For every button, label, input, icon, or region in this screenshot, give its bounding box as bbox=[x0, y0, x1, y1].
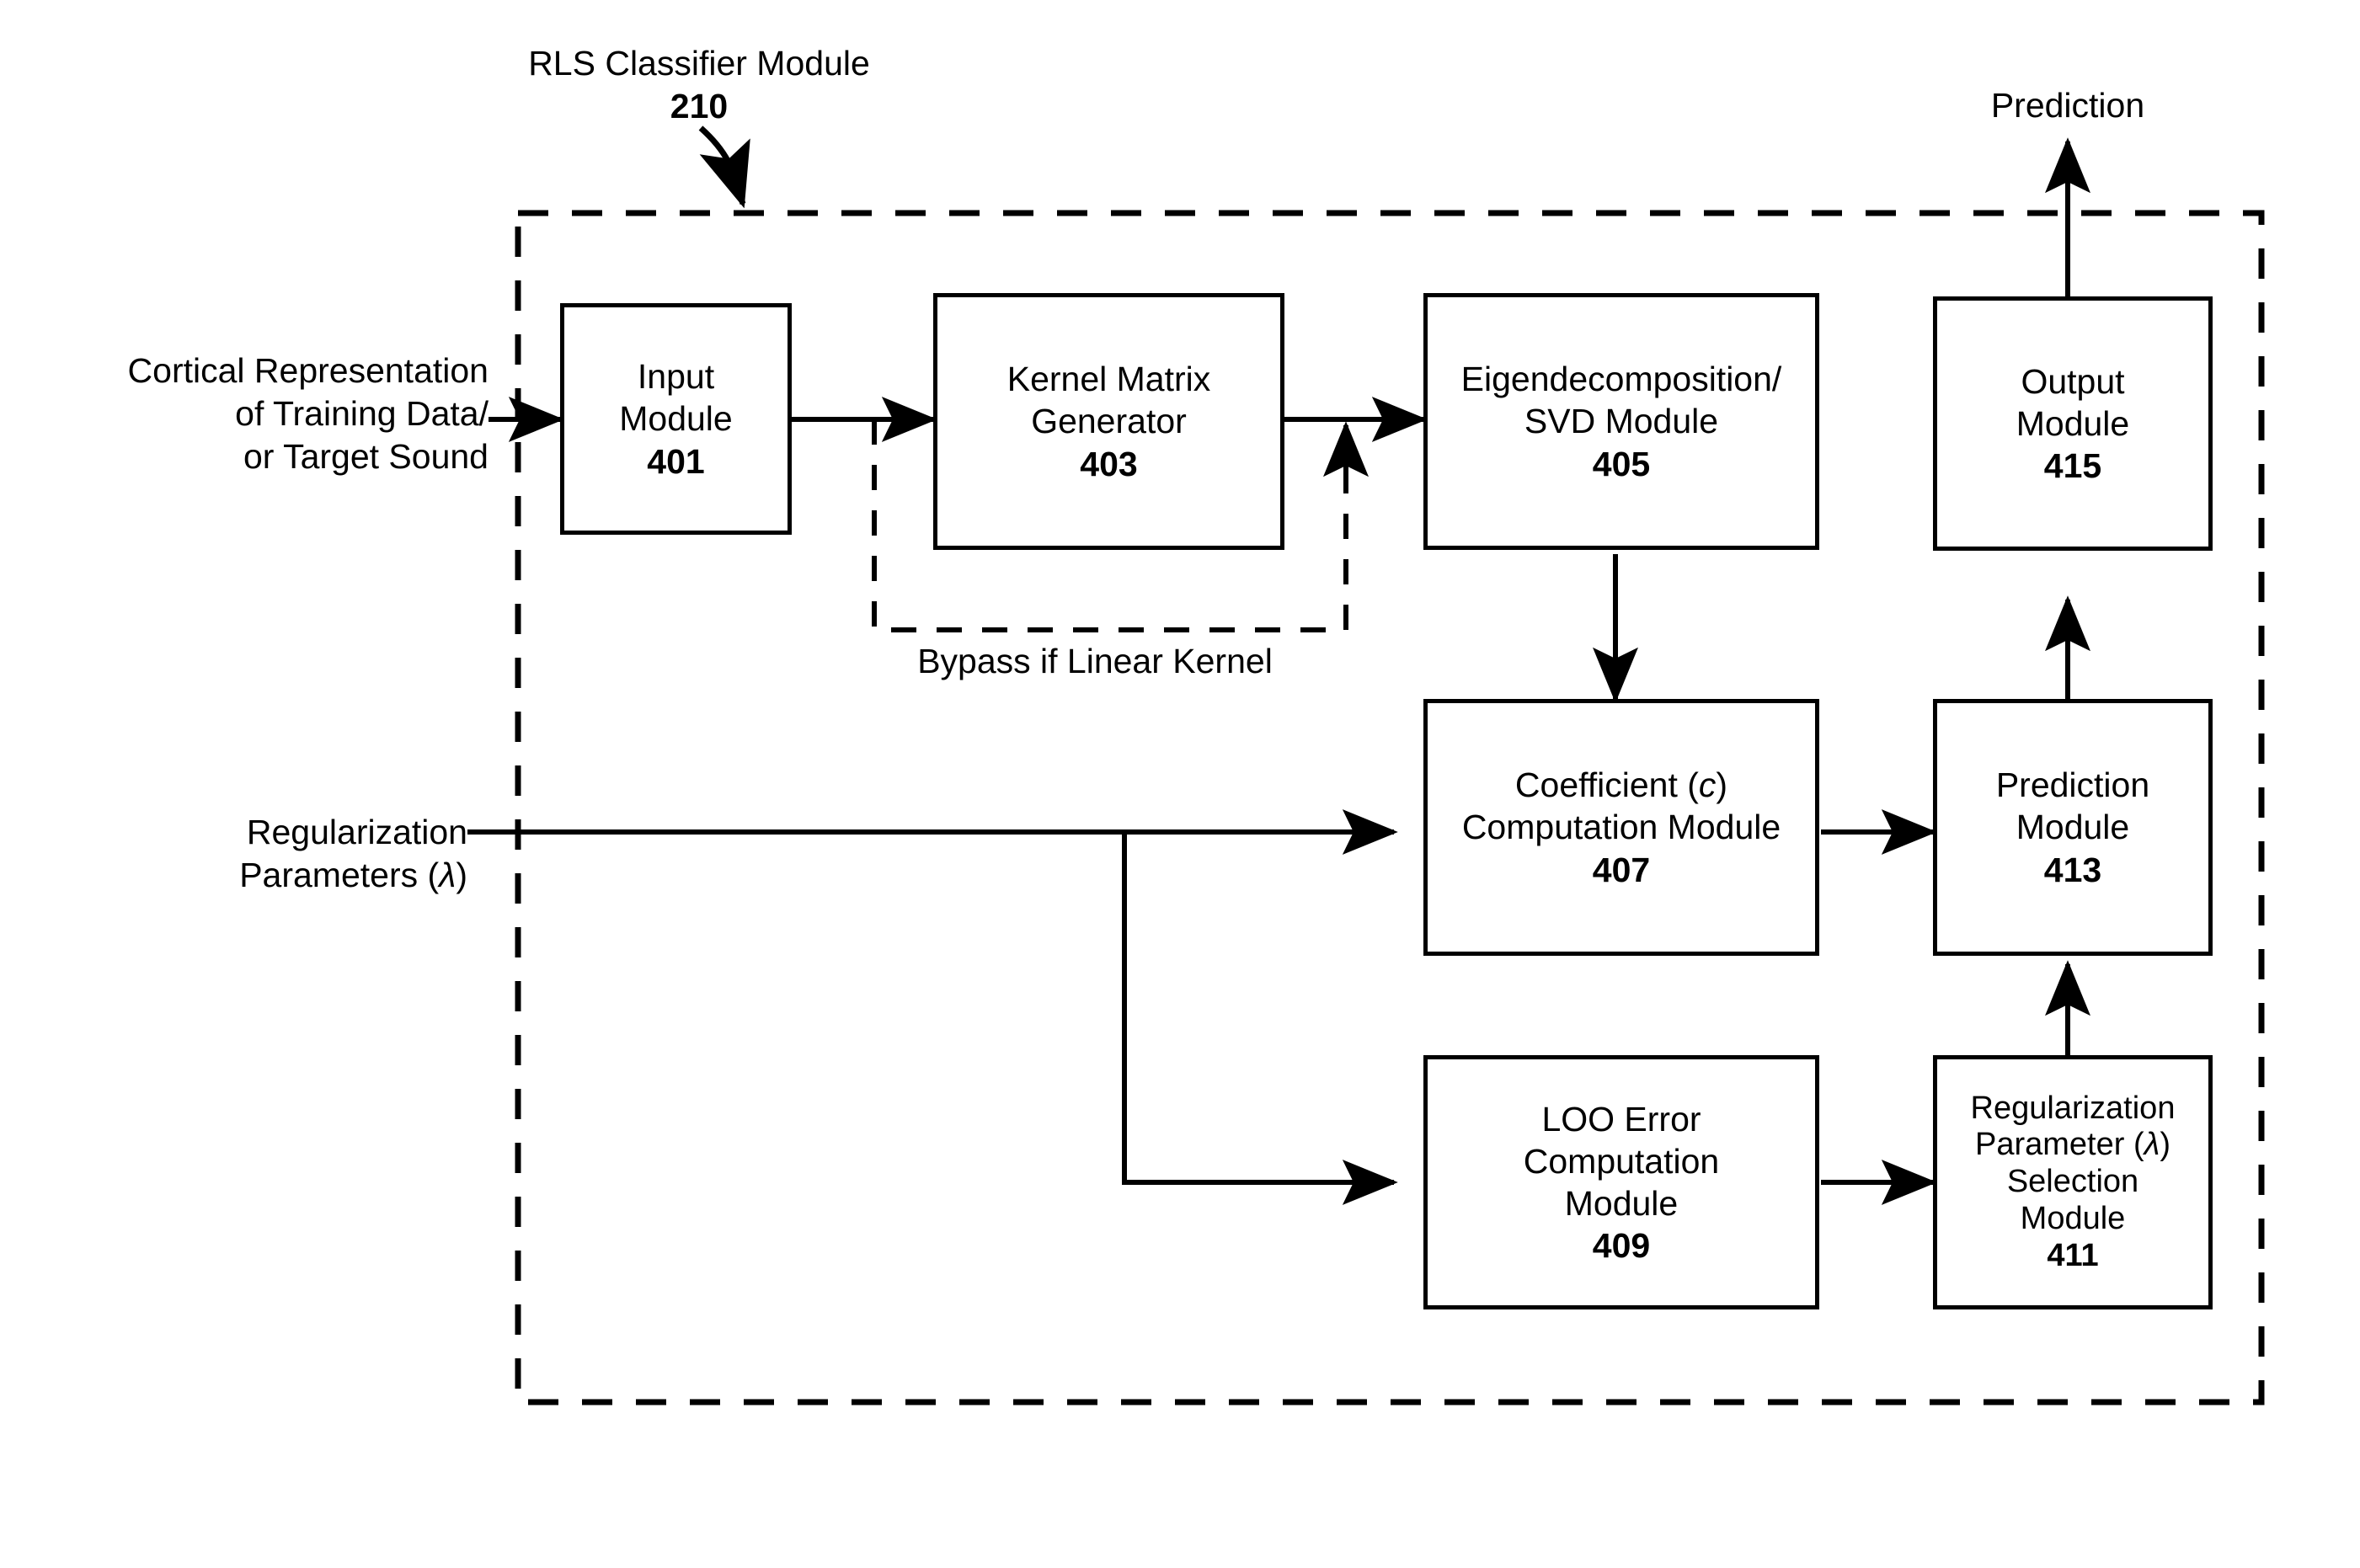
module-coefficient-407-ref: 407 bbox=[1592, 850, 1651, 889]
module-input-401[interactable]: Input Module 401 bbox=[560, 303, 792, 535]
module-regsel-411-line2: Parameter (λ) bbox=[1975, 1127, 2170, 1163]
module-regsel-411-ref: 411 bbox=[2047, 1237, 2099, 1273]
figure-title-ref: 210 bbox=[670, 86, 729, 125]
cortical-input-line2: of Training Data/ bbox=[235, 393, 489, 433]
module-loo-409-ref: 409 bbox=[1592, 1226, 1651, 1266]
regularization-input-line2: Parameters (λ) bbox=[239, 855, 467, 894]
module-coefficient-computation-407[interactable]: Coefficient (c) Computation Module 407 bbox=[1423, 699, 1819, 956]
module-loo-409-line2: Computation bbox=[1523, 1141, 1720, 1181]
module-prediction-413[interactable]: Prediction Module 413 bbox=[1933, 699, 2213, 956]
math-symbol: c bbox=[1698, 765, 1717, 805]
bypass-annotation-text: Bypass if Linear Kernel bbox=[917, 642, 1273, 680]
module-regsel-411-line4: Module bbox=[2020, 1200, 2126, 1236]
module-prediction-413-line1: Prediction bbox=[1995, 765, 2150, 805]
figure-title: RLS Classifier Module 210 bbox=[472, 42, 926, 128]
module-coefficient-407-line1: Coefficient (c) bbox=[1514, 765, 1728, 805]
cortical-input-line3: or Target Sound bbox=[243, 436, 489, 476]
module-eigen-405-line2: SVD Module bbox=[1524, 402, 1719, 441]
regularization-input-line1: Regularization bbox=[246, 813, 467, 851]
bypass-annotation-label: Bypass if Linear Kernel bbox=[834, 640, 1356, 683]
title-leader-arrow bbox=[698, 125, 750, 209]
module-output-415-line2: Module bbox=[2016, 403, 2130, 443]
module-kernel-403-line1: Kernel Matrix bbox=[1006, 360, 1211, 399]
wire-regularization-to-loo bbox=[1122, 832, 1398, 1205]
module-kernel-403-ref: 403 bbox=[1080, 444, 1138, 483]
cortical-input-label: Cortical Representation of Training Data… bbox=[17, 349, 489, 477]
module-output-415[interactable]: Output Module 415 bbox=[1933, 296, 2213, 551]
module-eigen-405-ref: 405 bbox=[1592, 444, 1651, 483]
module-coefficient-407-line2: Computation Module bbox=[1461, 808, 1781, 847]
module-eigendecomposition-svd-405[interactable]: Eigendecomposition/ SVD Module 405 bbox=[1423, 293, 1819, 550]
module-loo-409-line1: LOO Error bbox=[1541, 1099, 1701, 1139]
diagram-canvas: RLS Classifier Module 210 Cortical Repre… bbox=[0, 0, 2360, 1568]
module-input-401-line2: Module bbox=[619, 399, 733, 439]
module-output-415-ref: 415 bbox=[2043, 446, 2102, 485]
module-kernel-403-line2: Generator bbox=[1031, 402, 1187, 441]
module-regsel-411-line1: Regularization bbox=[1970, 1090, 2176, 1126]
module-kernel-matrix-generator-403[interactable]: Kernel Matrix Generator 403 bbox=[933, 293, 1284, 550]
math-symbol: λ bbox=[2144, 1127, 2160, 1163]
module-input-401-line1: Input bbox=[637, 357, 715, 397]
module-regularization-parameter-selection-411[interactable]: Regularization Parameter (λ) Selection M… bbox=[1933, 1055, 2213, 1309]
regularization-input-label: Regularization Parameters (λ) bbox=[17, 811, 467, 897]
module-loo-error-computation-409[interactable]: LOO Error Computation Module 409 bbox=[1423, 1055, 1819, 1309]
module-output-415-line1: Output bbox=[2021, 361, 2125, 401]
module-input-401-ref: 401 bbox=[647, 441, 705, 481]
math-symbol: λ bbox=[439, 855, 457, 894]
module-loo-409-line3: Module bbox=[1564, 1184, 1679, 1223]
figure-title-text: RLS Classifier Module bbox=[528, 44, 870, 83]
prediction-output-text: Prediction bbox=[1990, 86, 2145, 125]
module-regsel-411-line3: Selection bbox=[2006, 1164, 2139, 1200]
module-prediction-413-line2: Module bbox=[2016, 808, 2130, 847]
module-eigen-405-line1: Eigendecomposition/ bbox=[1460, 360, 1782, 399]
prediction-output-label: Prediction bbox=[1916, 84, 2219, 127]
cortical-input-line1: Cortical Representation bbox=[127, 351, 489, 390]
module-prediction-413-ref: 413 bbox=[2043, 850, 2102, 889]
